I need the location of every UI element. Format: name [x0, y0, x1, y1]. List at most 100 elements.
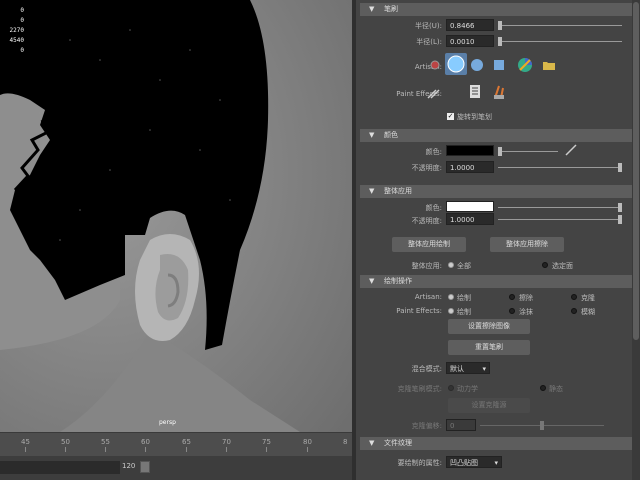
attribute-to-paint-value: 凹凸贴图	[450, 459, 478, 467]
artisan-erase-radio[interactable]	[509, 294, 515, 300]
camera-label: persp	[159, 419, 176, 426]
artisan-clone-label: 克隆	[581, 294, 595, 302]
clone-static-label: 静态	[549, 385, 563, 393]
timeline-mark	[25, 447, 26, 452]
blend-mode-dropdown[interactable]: 默认 ▾	[446, 362, 490, 374]
head-model-render	[0, 0, 352, 432]
attribute-to-paint-label: 要绘制的属性:	[397, 459, 442, 467]
section-title: 颜色	[384, 131, 398, 139]
flood-color-label: 颜色:	[425, 204, 442, 212]
color-value-slider-handle[interactable]	[498, 147, 502, 156]
paint-effects-brush-icon[interactable]	[426, 86, 442, 100]
pe-paint-radio[interactable]	[448, 308, 454, 314]
range-end-button[interactable]	[140, 461, 150, 473]
paint-color-swatch[interactable]	[446, 145, 494, 156]
clone-offset-slider-handle[interactable]	[540, 421, 544, 430]
timeline-mark	[105, 447, 106, 452]
artisan-erase-label: 擦除	[519, 294, 533, 302]
opacity-field[interactable]: 1.0000	[446, 161, 494, 173]
brush-presets-icon[interactable]	[492, 84, 506, 100]
flood-opacity-field[interactable]: 1.0000	[446, 213, 494, 225]
radius-u-slider-handle[interactable]	[498, 21, 502, 30]
section-header-file-textures[interactable]: ▼ 文件纹理	[360, 437, 632, 450]
flood-apply-selected-radio[interactable]	[542, 262, 548, 268]
dropdown-arrow-icon: ▾	[482, 365, 486, 373]
clone-offset-field[interactable]: 0	[446, 419, 476, 431]
section-title: 笔刷	[384, 5, 398, 13]
flood-color-slider-handle[interactable]	[618, 203, 622, 212]
section-header-paint-operations[interactable]: ▼ 绘制操作	[360, 275, 632, 288]
get-brush-icon[interactable]	[468, 84, 482, 100]
collapse-arrow-icon: ▼	[369, 5, 375, 13]
rotate-to-stroke-label: 旋转到笔划	[457, 113, 492, 121]
artisan-clone-radio[interactable]	[571, 294, 577, 300]
hud-stats: 0 0 2270 4540 0	[4, 6, 24, 56]
flood-apply-all-label: 全部	[457, 262, 471, 270]
timeline-mark	[226, 447, 227, 452]
radius-u-field[interactable]: 0.8466	[446, 19, 494, 31]
timeline-tick: 75	[262, 438, 271, 446]
radius-l-field[interactable]: 0.0010	[446, 35, 494, 47]
pe-paint-label: 绘制	[457, 308, 471, 316]
flood-color-slider-track[interactable]	[498, 207, 622, 208]
attribute-to-paint-dropdown[interactable]: 凹凸贴图 ▾	[446, 456, 502, 468]
opacity-slider-track[interactable]	[498, 167, 622, 168]
clone-dynamic-radio[interactable]	[448, 385, 454, 391]
square-brush-icon[interactable]	[492, 58, 506, 72]
radius-l-slider-track[interactable]	[498, 41, 622, 42]
clone-static-radio[interactable]	[540, 385, 546, 391]
rotate-to-stroke-checkbox[interactable]: ✓	[447, 113, 454, 120]
range-slider[interactable]	[0, 461, 120, 474]
timeline-mark	[307, 447, 308, 452]
pe-smear-radio[interactable]	[509, 308, 515, 314]
flood-apply-label: 整体应用:	[411, 262, 442, 270]
flood-paint-button[interactable]: 整体应用绘制	[392, 237, 466, 252]
folder-icon[interactable]	[543, 60, 555, 70]
brush-color-picker-icon[interactable]	[517, 57, 533, 73]
flood-opacity-slider-handle[interactable]	[618, 215, 622, 224]
eyedropper-icon[interactable]	[564, 143, 578, 157]
scrollbar-thumb[interactable]	[633, 2, 639, 340]
flood-opacity-slider-track[interactable]	[498, 219, 622, 220]
dropdown-arrow-icon: ▾	[494, 459, 498, 467]
opacity-slider-handle[interactable]	[618, 163, 622, 172]
timeline-tick: 8	[343, 438, 348, 446]
hud-stat-4: 4540	[9, 37, 24, 44]
timeline-tick: 60	[141, 438, 150, 446]
3d-viewport[interactable]: 0 0 2270 4540 0 persp	[0, 0, 352, 432]
timeline-tick: 70	[222, 438, 231, 446]
timeline-mark	[145, 447, 146, 452]
blend-mode-value: 默认	[450, 365, 464, 373]
timeline-tick: 50	[61, 438, 70, 446]
timeline-tick: 55	[101, 438, 110, 446]
pe-blur-radio[interactable]	[571, 308, 577, 314]
artisan-paint-radio[interactable]	[448, 294, 454, 300]
section-header-color[interactable]: ▼ 颜色	[360, 129, 632, 142]
blend-mode-label: 混合模式:	[411, 365, 442, 373]
range-end-field[interactable]: 120	[122, 462, 135, 470]
time-slider[interactable]: 45 50 55 60 65 70 75 80 8	[0, 432, 352, 456]
clone-dynamic-label: 动力学	[457, 385, 478, 393]
color-value-slider-track[interactable]	[498, 151, 558, 152]
collapse-arrow-icon: ▼	[369, 439, 375, 447]
flood-erase-button[interactable]: 整体应用擦除	[490, 237, 564, 252]
soft-brush-icon[interactable]	[428, 58, 442, 72]
selected-brush-frame[interactable]	[445, 53, 467, 75]
solid-brush-icon[interactable]	[470, 58, 484, 72]
set-erase-image-button[interactable]: 设置擦除图像	[448, 319, 530, 334]
pe-op-label: Paint Effects:	[396, 307, 442, 315]
flood-apply-all-radio[interactable]	[448, 262, 454, 268]
section-header-flood[interactable]: ▼ 整体应用	[360, 185, 632, 198]
timeline-mark	[65, 447, 66, 452]
panel-scrollbar[interactable]	[632, 0, 640, 480]
reset-brush-button[interactable]: 重置笔刷	[448, 340, 530, 355]
color-label: 颜色:	[425, 148, 442, 156]
section-header-brush[interactable]: ▼ 笔刷	[360, 3, 632, 16]
radius-l-slider-handle[interactable]	[498, 37, 502, 46]
flood-color-swatch[interactable]	[446, 201, 494, 212]
section-title: 整体应用	[384, 187, 412, 195]
timeline-mark	[186, 447, 187, 452]
set-clone-source-button[interactable]: 设置克隆源	[448, 398, 530, 413]
flood-opacity-label: 不透明度:	[411, 217, 442, 225]
radius-u-slider-track[interactable]	[498, 25, 622, 26]
